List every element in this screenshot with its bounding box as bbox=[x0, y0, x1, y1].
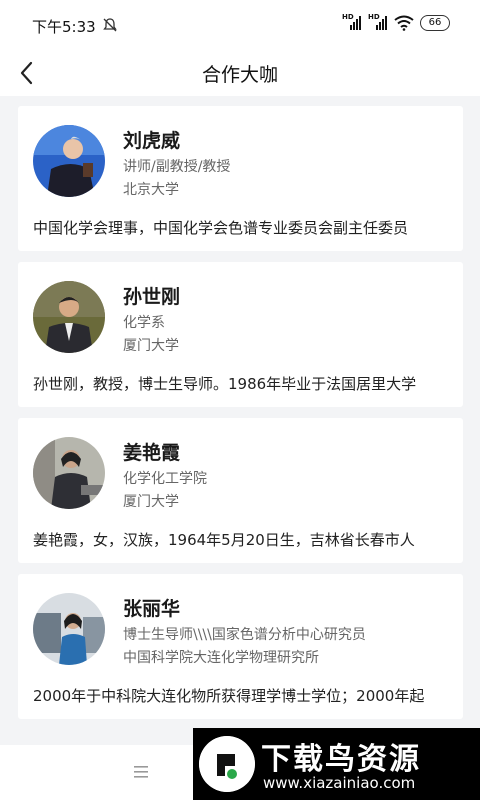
avatar bbox=[33, 281, 105, 353]
expert-card[interactable]: 姜艳霞 化学化工学院 厦门大学 姜艳霞，女，汉族，1964年5月20日生，吉林省… bbox=[18, 418, 463, 563]
menu-icon[interactable] bbox=[133, 765, 149, 779]
avatar bbox=[33, 437, 105, 509]
expert-description: 孙世刚，教授，博士生导师。1986年毕业于法国居里大学 bbox=[33, 375, 417, 393]
expert-description: 中国化学会理事，中国化学会色谱专业委员会副主任委员 bbox=[33, 219, 409, 237]
expert-title: 化学系 bbox=[123, 315, 165, 331]
bell-muted-icon bbox=[103, 18, 117, 32]
avatar bbox=[33, 125, 105, 197]
expert-description: 2000年于中科院大连化物所获得理学博士学位；2000年起 bbox=[33, 687, 425, 705]
page-title: 合作大咖 bbox=[201, 64, 278, 86]
expert-title: 讲师/副教授/教授 bbox=[123, 159, 231, 175]
top-nav-bar: 合作大咖 bbox=[0, 50, 480, 96]
expert-card[interactable]: 刘虎威 讲师/副教授/教授 北京大学 中国化学会理事，中国化学会色谱专业委员会副… bbox=[18, 106, 463, 251]
expert-name: 张丽华 bbox=[123, 598, 181, 620]
watermark: 下载鸟资源 www.xiazainiao.com bbox=[193, 728, 480, 800]
expert-name: 刘虎威 bbox=[123, 130, 181, 152]
expert-institution: 北京大学 bbox=[123, 182, 179, 198]
expert-title: 化学化工学院 bbox=[123, 471, 207, 487]
expert-institution: 厦门大学 bbox=[123, 494, 179, 510]
status-time: 下午5:33 bbox=[32, 18, 96, 36]
watermark-url: www.xiazainiao.com bbox=[263, 774, 416, 792]
expert-title: 博士生导师\\\\国家色谱分析中心研究员 bbox=[123, 627, 366, 643]
expert-institution: 厦门大学 bbox=[123, 338, 179, 354]
expert-card[interactable]: 孙世刚 化学系 厦门大学 孙世刚，教授，博士生导师。1986年毕业于法国居里大学 bbox=[18, 262, 463, 407]
expert-name: 姜艳霞 bbox=[123, 442, 181, 464]
watermark-title: 下载鸟资源 bbox=[261, 742, 421, 777]
signal-icon: HD bbox=[368, 13, 388, 31]
watermark-logo bbox=[199, 736, 255, 792]
wifi-icon bbox=[394, 15, 414, 31]
expert-card[interactable]: 张丽华 博士生导师\\\\国家色谱分析中心研究员 中国科学院大连化学物理研究所 … bbox=[18, 574, 463, 719]
avatar bbox=[33, 593, 105, 665]
expert-institution: 中国科学院大连化学物理研究所 bbox=[123, 650, 319, 666]
battery-icon: 66 bbox=[420, 15, 450, 31]
signal-icon: HD bbox=[342, 13, 362, 31]
expert-name: 孙世刚 bbox=[123, 286, 181, 308]
expert-description: 姜艳霞，女，汉族，1964年5月20日生，吉林省长春市人 bbox=[33, 531, 415, 549]
status-bar: 下午5:33 HD HD 66 bbox=[0, 0, 480, 50]
